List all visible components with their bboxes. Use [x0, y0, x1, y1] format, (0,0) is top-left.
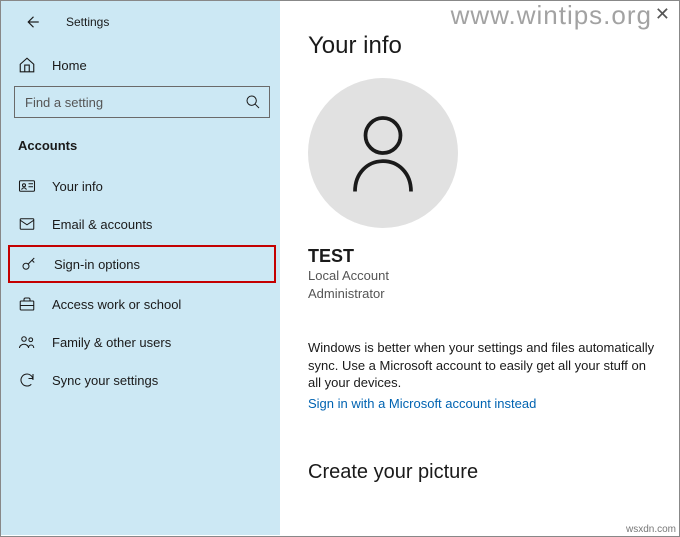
picture-section-title: Create your picture — [308, 461, 662, 484]
signin-microsoft-link[interactable]: Sign in with a Microsoft account instead — [308, 396, 536, 411]
account-role: Administrator — [308, 285, 662, 303]
watermark: www.wintips.org — [451, 0, 652, 31]
close-button[interactable]: ✕ — [655, 4, 670, 25]
account-type: Local Account — [308, 267, 662, 285]
main-content: www.wintips.org ✕ Your info TEST Local A… — [280, 0, 680, 535]
page-title: Your info — [308, 32, 662, 60]
sync-description: Windows is better when your settings and… — [308, 339, 662, 392]
avatar — [308, 78, 458, 228]
username: TEST — [308, 246, 662, 267]
footer-credit: wsxdn.com — [626, 524, 676, 535]
person-icon — [348, 112, 418, 194]
